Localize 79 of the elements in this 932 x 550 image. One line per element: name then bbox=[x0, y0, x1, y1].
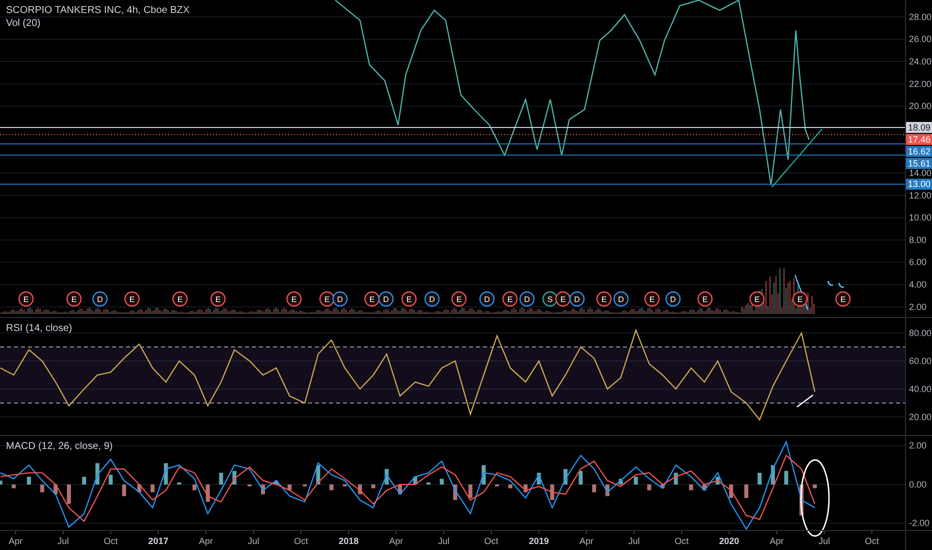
axis-label: 6.00 bbox=[909, 257, 927, 268]
event-marker[interactable]: D bbox=[665, 291, 681, 307]
axis-label: Oct bbox=[294, 536, 308, 546]
axis-label: 40.00 bbox=[909, 384, 932, 394]
axis-label: 2.00 bbox=[909, 302, 927, 312]
event-marker[interactable]: E bbox=[172, 291, 188, 307]
event-marker[interactable]: D bbox=[569, 291, 585, 307]
axis-label: 60.00 bbox=[909, 356, 932, 366]
event-marker[interactable]: E bbox=[596, 291, 612, 307]
axis-label: 4.00 bbox=[909, 280, 927, 290]
event-marker[interactable]: E bbox=[835, 291, 851, 307]
event-marker[interactable]: E bbox=[18, 291, 34, 307]
event-marker[interactable]: E bbox=[286, 291, 302, 307]
event-marker[interactable]: E bbox=[697, 291, 713, 307]
price-tag: 13.00 bbox=[906, 178, 932, 190]
axis-label: Oct bbox=[104, 536, 118, 546]
axis-label: 24.00 bbox=[909, 56, 932, 67]
event-marker[interactable]: D bbox=[378, 291, 394, 307]
axis-label: 0.00 bbox=[909, 479, 927, 490]
price-tag: 16.62 bbox=[906, 146, 932, 157]
event-marker[interactable]: D bbox=[479, 291, 495, 307]
event-marker[interactable]: E bbox=[451, 291, 467, 307]
axis-label: 2020 bbox=[719, 536, 740, 546]
price-tag: 15.61 bbox=[906, 158, 932, 169]
pen-stroke-drawing bbox=[794, 274, 809, 310]
event-marker[interactable]: E bbox=[502, 291, 518, 307]
chart-title: RSI (14, close) bbox=[6, 323, 72, 334]
axis-label: 2017 bbox=[148, 536, 168, 546]
axis-label: 28.00 bbox=[909, 12, 932, 22]
axis-label: Jul bbox=[438, 536, 450, 546]
axis-label: Oct bbox=[674, 536, 689, 546]
axis-label: Apr bbox=[579, 536, 594, 546]
axis-label: 26.00 bbox=[909, 34, 932, 44]
axis-label: Apr bbox=[8, 536, 23, 546]
event-marker[interactable]: E bbox=[749, 291, 765, 307]
axis-label: Apr bbox=[198, 536, 213, 546]
axis-label: 20.00 bbox=[909, 412, 932, 422]
axis-label: 22.00 bbox=[909, 78, 932, 89]
axis-label: 2019 bbox=[528, 536, 549, 546]
axis-label: Jul bbox=[818, 536, 830, 546]
event-marker[interactable]: E bbox=[210, 291, 226, 307]
event-marker[interactable]: E bbox=[644, 291, 660, 307]
axis-label: 14.00 bbox=[909, 168, 932, 178]
event-marker[interactable]: E bbox=[364, 291, 380, 307]
event-marker[interactable]: E bbox=[401, 291, 417, 307]
event-marker[interactable]: D bbox=[424, 291, 440, 307]
axis-label: Jul bbox=[628, 536, 640, 546]
axis-label: Apr bbox=[389, 536, 404, 546]
axis-label: Jul bbox=[57, 536, 69, 546]
pen-stroke-drawing bbox=[772, 128, 822, 188]
price-tag: 17.46 bbox=[906, 134, 932, 145]
chart-title: SCORPIO TANKERS INC, 4h, Cboe BZX bbox=[6, 5, 190, 16]
pen-stroke-drawing bbox=[796, 394, 814, 408]
event-marker[interactable]: E bbox=[319, 291, 335, 307]
indicator-label: Vol (20) bbox=[6, 18, 40, 29]
axis-label: 12.00 bbox=[909, 190, 932, 200]
event-marker[interactable]: E bbox=[555, 291, 571, 307]
axis-label: 2.00 bbox=[909, 440, 927, 451]
axis-label: 80.00 bbox=[909, 328, 932, 338]
event-marker[interactable]: E bbox=[792, 291, 808, 307]
axis-label: 8.00 bbox=[909, 234, 927, 245]
axis-label: Oct bbox=[484, 536, 498, 546]
axis-label: 20.00 bbox=[909, 101, 932, 112]
event-marker[interactable]: D bbox=[613, 291, 629, 307]
axis-label: 10.00 bbox=[909, 212, 932, 223]
event-marker[interactable]: D bbox=[519, 291, 535, 307]
axis-label: -2.00 bbox=[909, 518, 930, 528]
chart-title: MACD (12, 26, close, 9) bbox=[6, 441, 113, 452]
event-marker[interactable]: S bbox=[542, 291, 558, 307]
axis-label: 2018 bbox=[338, 536, 359, 546]
axis-label: Apr bbox=[770, 536, 784, 546]
price-tag: 18.09 bbox=[906, 122, 932, 133]
axis-label: Jul bbox=[248, 536, 260, 546]
pen-stroke-drawing bbox=[827, 280, 844, 288]
event-marker[interactable]: D bbox=[92, 291, 108, 307]
event-marker[interactable]: E bbox=[66, 291, 82, 307]
event-marker[interactable]: E bbox=[124, 291, 140, 307]
axis-label: Oct bbox=[864, 536, 879, 546]
event-marker[interactable]: D bbox=[332, 291, 348, 307]
